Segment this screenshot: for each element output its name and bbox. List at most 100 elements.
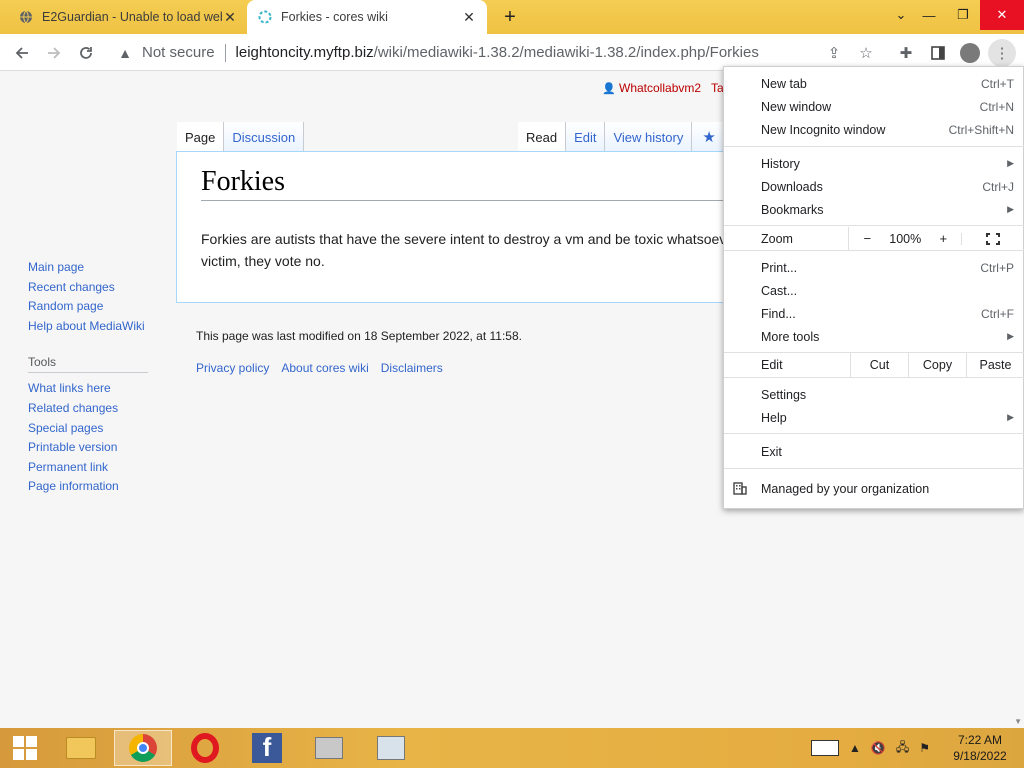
menu-item-history[interactable]: History ▶ — [724, 152, 1024, 175]
footer-link-privacy[interactable]: Privacy policy — [196, 361, 269, 375]
sidebar-item-permanent-link[interactable]: Permanent link — [28, 458, 168, 478]
bookmark-star-icon[interactable]: ☆ — [852, 39, 880, 67]
kebab-menu-icon[interactable]: ⋮ — [988, 39, 1016, 67]
menu-shortcut: Ctrl+T — [981, 76, 1014, 91]
sidebar-item-related-changes[interactable]: Related changes — [28, 399, 168, 419]
tab-strip: E2Guardian - Unable to load web ✕ Forkie… — [0, 0, 1024, 34]
zoom-label: Zoom — [761, 231, 793, 246]
performance-monitor-icon[interactable] — [362, 730, 420, 766]
menu-label: History — [761, 156, 800, 171]
menu-item-new-incognito[interactable]: New Incognito window Ctrl+Shift+N — [724, 118, 1024, 141]
user-link[interactable]: Whatcollabvm2 — [619, 81, 701, 95]
talk-link[interactable]: Ta — [711, 81, 724, 95]
security-status[interactable]: Not secure — [142, 44, 215, 61]
menu-label: More tools — [761, 329, 820, 344]
menu-item-help[interactable]: Help ▶ — [724, 406, 1024, 429]
arrow-right-icon — [48, 47, 61, 59]
sidebar-item-help[interactable]: Help about MediaWiki — [28, 317, 168, 337]
warning-icon[interactable]: ▲ — [114, 45, 136, 61]
menu-shortcut: Ctrl+P — [980, 260, 1014, 275]
menu-label: Exit — [761, 444, 782, 459]
menu-item-cast[interactable]: Cast... — [724, 279, 1024, 302]
cut-button[interactable]: Cut — [850, 353, 908, 377]
copy-button[interactable]: Copy — [908, 353, 966, 377]
menu-shortcut: Ctrl+J — [982, 179, 1014, 194]
footer-link-disclaimers[interactable]: Disclaimers — [381, 361, 443, 375]
sidebar-item-special-pages[interactable]: Special pages — [28, 419, 168, 439]
tab-read[interactable]: Read — [518, 122, 567, 152]
edit-label: Edit — [761, 358, 783, 372]
scroll-down-arrow-icon[interactable]: ▼ — [1014, 717, 1022, 726]
restore-button[interactable]: ❐ — [946, 0, 980, 30]
forward-button[interactable] — [40, 39, 68, 67]
menu-divider — [724, 250, 1024, 251]
sidebar-item-random-page[interactable]: Random page — [28, 297, 168, 317]
new-tab-button[interactable]: + — [498, 5, 522, 29]
sidebar-item-recent-changes[interactable]: Recent changes — [28, 278, 168, 298]
show-hidden-icons-chevron-icon[interactable]: ▲ — [849, 741, 861, 755]
menu-label: Bookmarks — [761, 202, 824, 217]
menu-item-find[interactable]: Find... Ctrl+F — [724, 302, 1024, 325]
menu-edit-row: Edit Cut Copy Paste — [724, 353, 1024, 377]
zoom-in-button[interactable]: + — [925, 227, 961, 250]
minimize-button[interactable]: — — [912, 0, 946, 30]
browser-tab-forkies[interactable]: Forkies - cores wiki ✕ — [247, 0, 487, 34]
menu-item-new-tab[interactable]: New tab Ctrl+T — [724, 72, 1024, 95]
menu-divider — [724, 433, 1024, 434]
view-tabs: Read Edit View history ★ — [518, 122, 727, 152]
tab-page[interactable]: Page — [177, 122, 225, 152]
menu-item-managed[interactable]: Managed by your organization — [724, 477, 1024, 501]
action-center-flag-icon[interactable]: ⚑ — [919, 741, 930, 755]
opera-icon[interactable] — [176, 730, 234, 766]
zoom-out-button[interactable]: − — [849, 227, 885, 250]
menu-shortcut: Ctrl+Shift+N — [948, 122, 1014, 137]
zoom-level: 100% — [889, 231, 922, 246]
chrome-icon[interactable] — [114, 730, 172, 766]
share-icon[interactable]: ⇪ — [820, 39, 848, 67]
menu-item-more-tools[interactable]: More tools ▶ — [724, 325, 1024, 348]
menu-item-exit[interactable]: Exit — [724, 440, 1024, 463]
paste-button[interactable]: Paste — [966, 353, 1024, 377]
footer-link-about[interactable]: About cores wiki — [281, 361, 368, 375]
file-explorer-icon[interactable] — [52, 730, 110, 766]
printer-icon[interactable] — [300, 730, 358, 766]
menu-item-new-window[interactable]: New window Ctrl+N — [724, 95, 1024, 118]
sidebar-item-page-information[interactable]: Page information — [28, 477, 168, 497]
extensions-puzzle-icon[interactable]: ✚ — [892, 39, 920, 67]
tab-view-history[interactable]: View history — [605, 122, 693, 152]
menu-item-settings[interactable]: Settings — [724, 383, 1024, 406]
tab-discussion[interactable]: Discussion — [224, 122, 305, 152]
sidebar-item-printable-version[interactable]: Printable version — [28, 438, 168, 458]
wiki-icon — [257, 9, 273, 25]
close-icon[interactable]: ✕ — [461, 9, 477, 25]
close-icon[interactable]: ✕ — [222, 9, 238, 25]
volume-muted-icon[interactable]: 🔇 — [871, 741, 886, 755]
touch-keyboard-icon[interactable] — [811, 740, 839, 756]
menu-zoom-row: Zoom − 100% + — [724, 227, 1024, 250]
menu-divider — [724, 377, 1024, 378]
sidebar-item-main-page[interactable]: Main page — [28, 258, 168, 278]
reload-button[interactable] — [72, 39, 100, 67]
menu-item-downloads[interactable]: Downloads Ctrl+J — [724, 175, 1024, 198]
close-window-button[interactable]: ✕ — [980, 0, 1024, 30]
side-panel-icon[interactable] — [924, 39, 952, 67]
watch-star-icon[interactable]: ★ — [692, 122, 727, 152]
browser-tab-e2guardian[interactable]: E2Guardian - Unable to load web ✕ — [8, 0, 248, 34]
menu-item-print[interactable]: Print... Ctrl+P — [724, 256, 1024, 279]
system-clock[interactable]: 7:22 AM 9/18/2022 — [948, 732, 1012, 764]
tab-edit[interactable]: Edit — [566, 122, 606, 152]
facebook-icon[interactable]: f — [238, 730, 296, 766]
address-bar[interactable]: ▲ Not secure leightoncity.myftp.biz /wik… — [106, 38, 886, 67]
profile-avatar-icon[interactable] — [956, 39, 984, 67]
network-icon[interactable]: 🖧 — [896, 738, 909, 759]
url-path[interactable]: /wiki/mediawiki-1.38.2/mediawiki-1.38.2/… — [374, 44, 759, 61]
start-button[interactable] — [0, 728, 50, 768]
namespace-tabs: Page Discussion — [177, 122, 305, 152]
fullscreen-button[interactable] — [961, 232, 1024, 245]
url-host[interactable]: leightoncity.myftp.biz — [236, 44, 374, 61]
sidebar-item-what-links-here[interactable]: What links here — [28, 379, 168, 399]
menu-item-bookmarks[interactable]: Bookmarks ▶ — [724, 198, 1024, 221]
clock-time: 7:22 AM — [957, 733, 1003, 747]
back-button[interactable] — [8, 39, 36, 67]
submenu-arrow-icon: ▶ — [1007, 158, 1014, 168]
